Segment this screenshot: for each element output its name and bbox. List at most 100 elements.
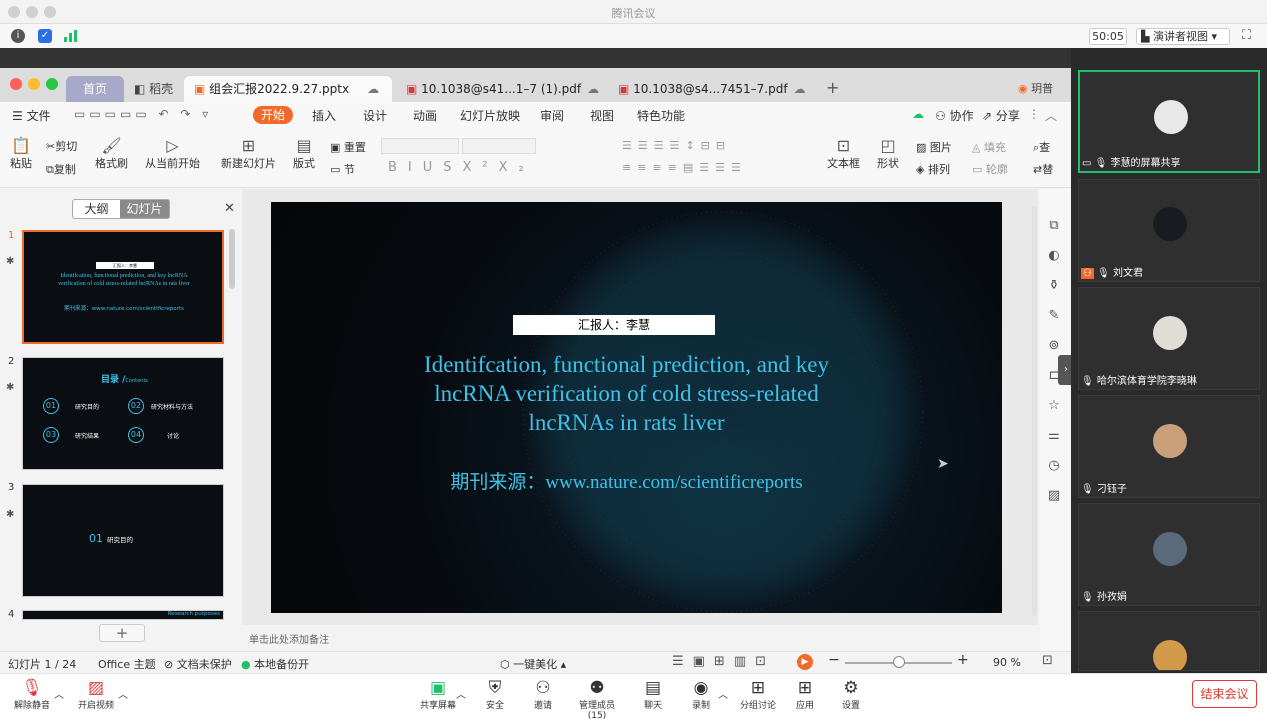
more-icon[interactable]: ⋮ [1028, 107, 1040, 121]
tab-pdf-1[interactable]: ▣ 10.1038@s41...1–7 (1).pdf ☁ [396, 76, 606, 102]
replace-button[interactable]: ⇄替 [1033, 161, 1053, 177]
start-video-button[interactable]: ▨ 开启视频 [76, 678, 116, 711]
format-painter-button[interactable]: 🖌 格式刷 [95, 136, 128, 171]
participant-tile[interactable]: ⚇ 🎙 刘文君 [1078, 179, 1260, 282]
picture-button[interactable]: ▨ 图片 [916, 139, 952, 155]
new-tab-icon[interactable]: + [826, 78, 839, 97]
slide-tool-icon[interactable]: ⧉ [1045, 218, 1063, 236]
paragraph-tools[interactable]: ☰☰☰☰↕⊟⊟ [622, 139, 731, 152]
fullscreen-icon[interactable]: ⛶ [1242, 29, 1256, 43]
menu-item-view[interactable]: 视图 [590, 107, 614, 124]
chat-button[interactable]: ▤ 聊天 [636, 678, 670, 711]
quick-access-toolbar[interactable]: ▭▭▭▭▭ ↶ ↷ ▿ [74, 107, 212, 121]
chevron-up-icon[interactable]: ︿ [456, 686, 466, 701]
slide-source[interactable]: 期刊来源：www.nature.com/scientificreports [311, 467, 942, 494]
unmute-button[interactable]: 🎙 解除静音 [12, 678, 52, 711]
tab-outline[interactable]: 大纲 [73, 200, 120, 218]
zoom-in-icon[interactable]: + [957, 652, 969, 668]
shield-icon[interactable]: ✓ [38, 29, 52, 43]
apps-button[interactable]: ⊞ 应用 [788, 678, 822, 711]
menu-item-design[interactable]: 设计 [363, 107, 387, 124]
settings-sliders-icon[interactable]: ⚌ [1045, 428, 1063, 446]
end-meeting-button[interactable]: 结束会议 [1192, 680, 1257, 708]
new-slide-button[interactable]: ⊞ 新建幻灯片 [221, 136, 276, 171]
zoom-out-icon[interactable]: − [828, 652, 840, 668]
copy-button[interactable]: ⧉复制 [46, 161, 76, 177]
fill-tool-icon[interactable]: ⚱ [1045, 278, 1063, 296]
image-tool-icon[interactable]: ▨ [1045, 488, 1063, 506]
outline-button[interactable]: ▭ 轮廓 [972, 161, 1008, 177]
play-icon[interactable]: ▶ [797, 654, 813, 670]
beautify-button[interactable]: ⬡ 一键美化 ▴ [500, 656, 566, 672]
history-icon[interactable]: ◷ [1045, 458, 1063, 476]
menu-item-start[interactable]: 开始 [253, 106, 293, 124]
invite-button[interactable]: ⚇ 邀请 [526, 678, 560, 711]
participant-tile[interactable]: 🎙 哈尔滨体育学院李晓琳 [1078, 287, 1260, 390]
tab-docer[interactable]: ◧ 稻壳 [124, 76, 184, 102]
minimize-window-button[interactable] [28, 78, 40, 90]
fit-window-icon[interactable]: ⊡ [1042, 653, 1053, 668]
slide-thumbnail-3[interactable]: 01 研究目的 [22, 484, 224, 597]
view-mode-icons[interactable]: ☰▣⊞▥⊡ [672, 654, 775, 669]
maximize-window-button[interactable] [46, 78, 58, 90]
layout-button[interactable]: ▤ 版式 [293, 136, 315, 171]
share-screen-button[interactable]: ▣ 共享屏幕 [418, 678, 458, 711]
cloud-sync-icon[interactable]: ☁ [912, 107, 924, 121]
shape-tool-icon[interactable]: ◐ [1045, 248, 1063, 266]
info-icon[interactable]: i [11, 29, 25, 43]
slide-thumbnail-4[interactable]: Research purposes [22, 610, 224, 620]
font-size-select[interactable] [462, 138, 536, 154]
security-button[interactable]: ⛨ 安全 [478, 678, 512, 711]
participant-tile[interactable] [1078, 611, 1260, 671]
zoom-slider-handle[interactable] [892, 656, 905, 668]
chevron-up-icon[interactable]: ︿ [1045, 107, 1057, 124]
slide-title[interactable]: Identifcation, functional prediction, an… [361, 350, 892, 437]
canvas-scrollbar[interactable] [1032, 206, 1037, 616]
record-button[interactable]: ◉ 录制 [684, 678, 718, 711]
font-family-select[interactable] [381, 138, 459, 154]
view-mode-dropdown[interactable]: ▙ 演讲者视图 ▾ [1136, 28, 1230, 45]
zoom-level[interactable]: 90 % [993, 656, 1021, 669]
edit-tool-icon[interactable]: ✎ [1045, 308, 1063, 326]
menu-item-animation[interactable]: 动画 [413, 107, 437, 124]
tab-pptx[interactable]: ▣ 组会汇报2022.9.27.pptx☁✕ [184, 76, 392, 122]
find-button[interactable]: ⌕查 [1033, 139, 1050, 155]
tab-home[interactable]: 首页 [66, 76, 124, 102]
collab-button[interactable]: ⚇ 协作 [935, 107, 974, 124]
chevron-up-icon[interactable]: ︿ [54, 686, 64, 701]
slide-thumbnail-1[interactable]: 汇报人：李慧 Identifcation, functional predict… [22, 230, 224, 344]
from-current-button[interactable]: ▷ 从当前开始 [145, 136, 200, 171]
menu-item-features[interactable]: 特色功能 [637, 107, 685, 124]
theme-name[interactable]: Office 主题 [98, 656, 156, 672]
reset-button[interactable]: ▣ 重置 [330, 139, 366, 155]
menu-item-review[interactable]: 审阅 [540, 107, 564, 124]
shape-button[interactable]: ◰ 形状 [877, 136, 899, 171]
slide-thumbnail-2[interactable]: 目录 /Contents 01 研究目的 02 研究材料与方法 03 研究结果 … [22, 357, 224, 470]
reporter-box[interactable]: 汇报人：李慧 [513, 315, 715, 335]
notes-placeholder[interactable]: 单击此处添加备注 [249, 631, 329, 646]
user-account[interactable]: ◉ 玥普 [1018, 80, 1053, 96]
alignment-tools[interactable]: ≡≡≡≡▤☰☰☰ [622, 161, 747, 174]
chevron-up-icon[interactable]: ︿ [718, 686, 728, 701]
settings-button[interactable]: ⚙ 设置 [834, 678, 868, 711]
signal-icon[interactable] [64, 30, 78, 42]
file-menu[interactable]: ☰ 文件 [12, 107, 51, 124]
chevron-up-icon[interactable]: ︿ [118, 686, 128, 701]
add-slide-button[interactable]: + [99, 624, 145, 642]
participant-tile[interactable]: 🎙 孙孜娟 [1078, 503, 1260, 606]
close-window-button[interactable] [10, 78, 22, 90]
paste-button[interactable]: 📋 粘贴 [10, 136, 32, 171]
backup-status[interactable]: ● 本地备份开 [241, 656, 309, 672]
close-icon[interactable]: ✕ [224, 201, 235, 216]
animation-tool-icon[interactable]: ⊚ [1045, 338, 1063, 356]
menu-item-slideshow[interactable]: 幻灯片放映 [460, 107, 520, 124]
share-button[interactable]: ⇗ 分享 [982, 107, 1020, 124]
tab-slides[interactable]: 幻灯片 [120, 200, 169, 218]
participant-tile[interactable]: ▭ 🎙 李慧的屏幕共享 [1078, 70, 1260, 173]
arrange-button[interactable]: ◈ 排列 [916, 161, 950, 177]
breakout-button[interactable]: ⊞ 分组讨论 [736, 678, 780, 711]
current-slide[interactable]: 汇报人：李慧 Identifcation, functional predict… [271, 202, 1002, 613]
font-format-buttons[interactable]: BIUSX²X₂ [388, 160, 535, 175]
star-tool-icon[interactable]: ☆ [1045, 398, 1063, 416]
tab-pdf-2[interactable]: ▣ 10.1038@s4...7451–7.pdf ☁ [608, 76, 812, 102]
